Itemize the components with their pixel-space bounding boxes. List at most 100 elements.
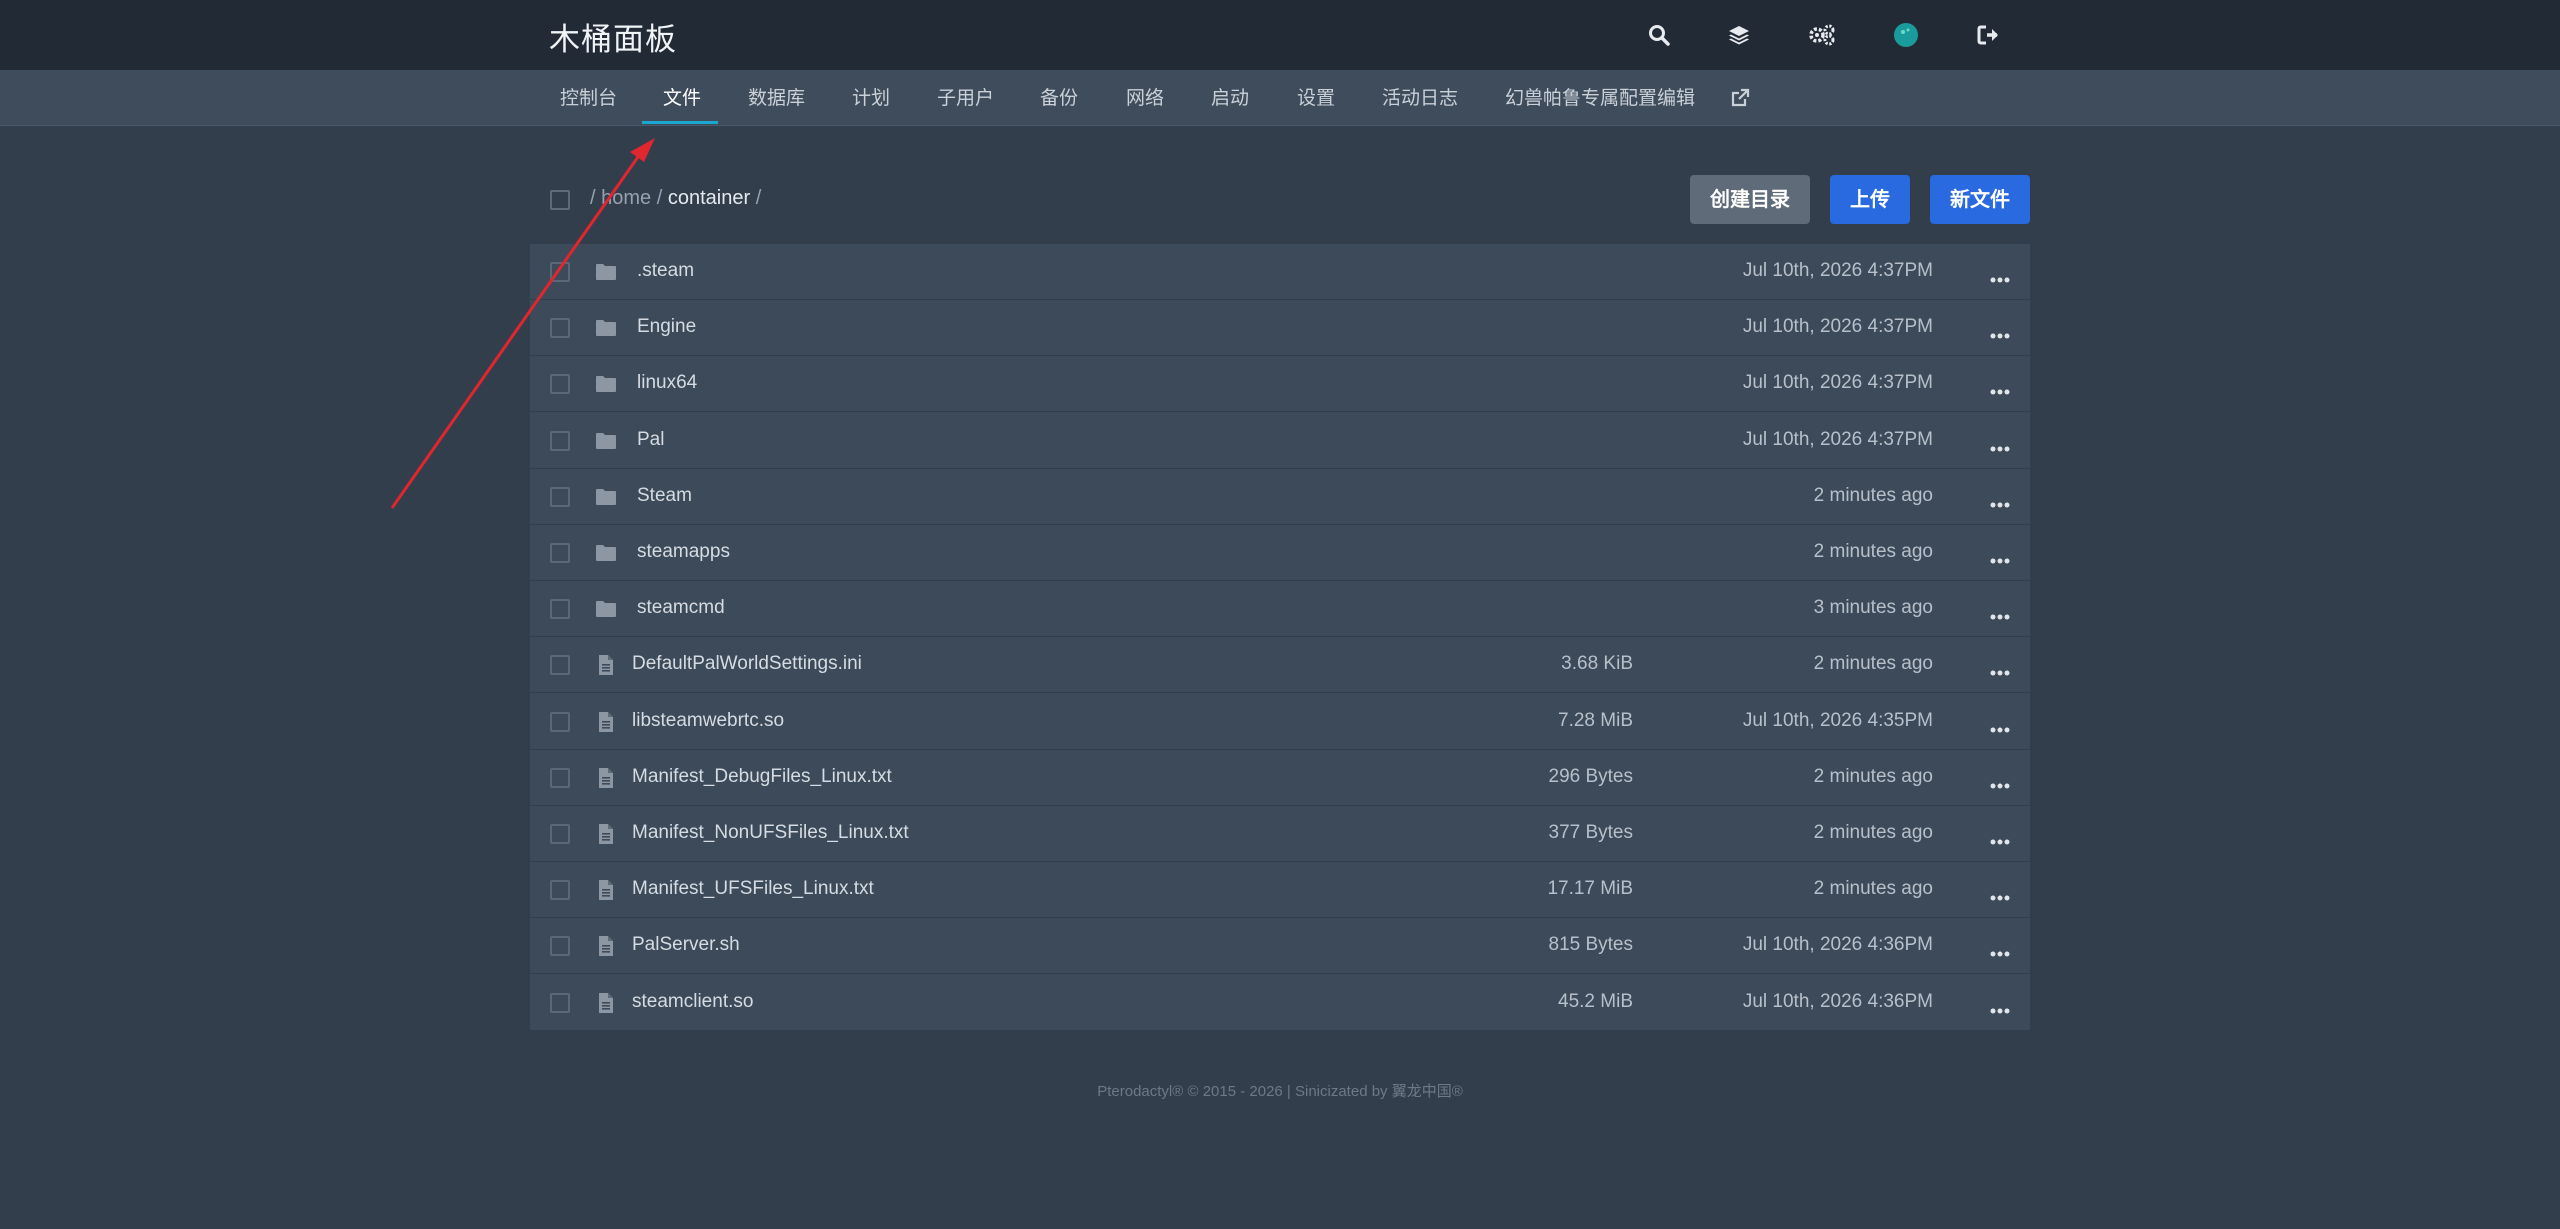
- tab-activity-log[interactable]: 活动日志: [1382, 70, 1458, 126]
- file-modified: 2 minutes ago: [1813, 765, 1933, 787]
- file-list: .steam Jul 10th, 2026 4:37PM Engine Jul 10t…: [530, 244, 2030, 1031]
- folder-icon: [594, 260, 618, 284]
- gears-icon[interactable]: [1808, 21, 1836, 49]
- tab-startup[interactable]: 启动: [1211, 70, 1249, 126]
- more-options-icon[interactable]: [1990, 439, 2010, 452]
- more-options-icon[interactable]: [1990, 270, 2010, 283]
- file-row[interactable]: linux64 Jul 10th, 2026 4:37PM: [530, 356, 2030, 413]
- file-row[interactable]: DefaultPalWorldSettings.ini 3.68 KiB 2 min…: [530, 637, 2030, 694]
- new-file-button[interactable]: 新文件: [1930, 175, 2030, 224]
- file-name[interactable]: .steam: [637, 260, 694, 282]
- file-icon: [594, 653, 618, 677]
- row-checkbox[interactable]: [550, 936, 570, 957]
- file-row[interactable]: PalServer.sh 815 Bytes Jul 10th, 2026 4:36…: [530, 918, 2030, 975]
- tab-databases[interactable]: 数据库: [748, 70, 805, 126]
- tab-palworld-config[interactable]: 幻兽帕鲁专属配置编辑: [1505, 70, 1695, 126]
- row-checkbox[interactable]: [550, 880, 570, 901]
- row-checkbox[interactable]: [550, 262, 570, 282]
- file-modified: 2 minutes ago: [1813, 484, 1933, 506]
- more-options-icon[interactable]: [1990, 776, 2010, 789]
- file-row[interactable]: Steam 2 minutes ago: [530, 469, 2030, 525]
- row-checkbox[interactable]: [550, 711, 570, 732]
- file-name[interactable]: Steam: [637, 485, 692, 507]
- row-checkbox[interactable]: [550, 599, 570, 620]
- file-name[interactable]: DefaultPalWorldSettings.ini: [632, 653, 862, 675]
- more-options-icon[interactable]: [1990, 888, 2010, 901]
- tab-schedules[interactable]: 计划: [852, 70, 890, 126]
- breadcrumb-separator: /: [590, 187, 596, 209]
- file-modified: 2 minutes ago: [1813, 541, 1933, 562]
- file-row[interactable]: Manifest_NonUFSFiles_Linux.txt 377 Bytes 2…: [530, 806, 2030, 862]
- row-checkbox[interactable]: [550, 992, 570, 1013]
- row-checkbox[interactable]: [550, 486, 570, 507]
- breadcrumb-separator: /: [755, 187, 762, 209]
- row-checkbox[interactable]: [550, 374, 570, 395]
- external-link-icon[interactable]: [1730, 88, 1750, 108]
- more-options-icon[interactable]: [1990, 551, 2010, 564]
- file-row[interactable]: steamclient.so 45.2 MiB Jul 10th, 2026 4:3…: [530, 975, 2030, 1031]
- breadcrumb-home[interactable]: home: [601, 187, 651, 209]
- file-row[interactable]: .steam Jul 10th, 2026 4:37PM: [530, 244, 2030, 300]
- create-directory-button[interactable]: 创建目录: [1690, 175, 1810, 224]
- file-name[interactable]: steamclient.so: [632, 991, 753, 1013]
- file-name[interactable]: Manifest_UFSFiles_Linux.txt: [632, 878, 874, 900]
- file-size: 3.68 KiB: [1561, 653, 1633, 675]
- more-options-icon[interactable]: [1990, 607, 2010, 620]
- more-options-icon[interactable]: [1990, 326, 2010, 339]
- search-icon[interactable]: [1645, 21, 1673, 49]
- upload-button[interactable]: 上传: [1830, 175, 1910, 224]
- tab-files[interactable]: 文件: [663, 70, 701, 126]
- file-name[interactable]: Engine: [637, 316, 696, 338]
- file-size: 17.17 MiB: [1547, 878, 1633, 900]
- file-row[interactable]: libsteamwebrtc.so 7.28 MiB Jul 10th, 2026 …: [530, 694, 2030, 750]
- row-checkbox[interactable]: [550, 824, 570, 844]
- folder-icon: [594, 372, 618, 396]
- tab-subusers[interactable]: 子用户: [937, 70, 994, 126]
- more-options-icon[interactable]: [1990, 663, 2010, 676]
- more-options-icon[interactable]: [1990, 382, 2010, 395]
- more-options-icon[interactable]: [1990, 1001, 2010, 1014]
- file-row[interactable]: Pal Jul 10th, 2026 4:37PM: [530, 413, 2030, 469]
- file-name[interactable]: linux64: [637, 372, 697, 394]
- row-checkbox[interactable]: [550, 430, 570, 451]
- file-modified: 2 minutes ago: [1813, 878, 1933, 900]
- file-icon: [594, 934, 618, 958]
- tab-settings[interactable]: 设置: [1297, 70, 1335, 126]
- row-checkbox[interactable]: [550, 318, 570, 339]
- layers-icon[interactable]: [1725, 21, 1753, 49]
- file-modified: Jul 10th, 2026 4:36PM: [1742, 934, 1933, 956]
- more-options-icon[interactable]: [1990, 720, 2010, 733]
- more-options-icon[interactable]: [1990, 944, 2010, 957]
- file-name[interactable]: Manifest_DebugFiles_Linux.txt: [632, 766, 892, 788]
- file-row[interactable]: Manifest_UFSFiles_Linux.txt 17.17 MiB 2 mi…: [530, 862, 2030, 919]
- row-checkbox[interactable]: [550, 543, 570, 563]
- file-row[interactable]: steamapps 2 minutes ago: [530, 525, 2030, 581]
- file-name[interactable]: steamapps: [637, 541, 730, 563]
- file-name[interactable]: Manifest_NonUFSFiles_Linux.txt: [632, 822, 909, 844]
- tab-console[interactable]: 控制台: [560, 70, 617, 126]
- file-name[interactable]: libsteamwebrtc.so: [632, 710, 784, 732]
- file-row[interactable]: Manifest_DebugFiles_Linux.txt 296 Bytes 2 …: [530, 750, 2030, 806]
- folder-icon: [594, 429, 618, 453]
- more-options-icon[interactable]: [1990, 495, 2010, 508]
- avatar[interactable]: [1892, 21, 1920, 49]
- tab-backups[interactable]: 备份: [1040, 70, 1078, 126]
- file-modified: Jul 10th, 2026 4:36PM: [1742, 990, 1933, 1012]
- row-checkbox[interactable]: [550, 767, 570, 788]
- panel-title[interactable]: 木桶面板: [549, 14, 677, 59]
- file-name[interactable]: steamcmd: [637, 597, 725, 619]
- breadcrumb-container[interactable]: container: [668, 187, 750, 209]
- file-row[interactable]: Engine Jul 10th, 2026 4:37PM: [530, 300, 2030, 357]
- select-all-checkbox[interactable]: [550, 190, 570, 210]
- file-row[interactable]: steamcmd 3 minutes ago: [530, 581, 2030, 638]
- more-options-icon[interactable]: [1990, 832, 2010, 845]
- logout-icon[interactable]: [1975, 21, 2003, 49]
- folder-icon: [594, 485, 618, 509]
- tab-network[interactable]: 网络: [1126, 70, 1164, 126]
- folder-icon: [594, 316, 618, 340]
- file-size: 296 Bytes: [1548, 765, 1634, 787]
- file-name[interactable]: Pal: [637, 429, 664, 451]
- file-modified: 2 minutes ago: [1813, 653, 1933, 675]
- row-checkbox[interactable]: [550, 655, 570, 676]
- file-name[interactable]: PalServer.sh: [632, 934, 740, 956]
